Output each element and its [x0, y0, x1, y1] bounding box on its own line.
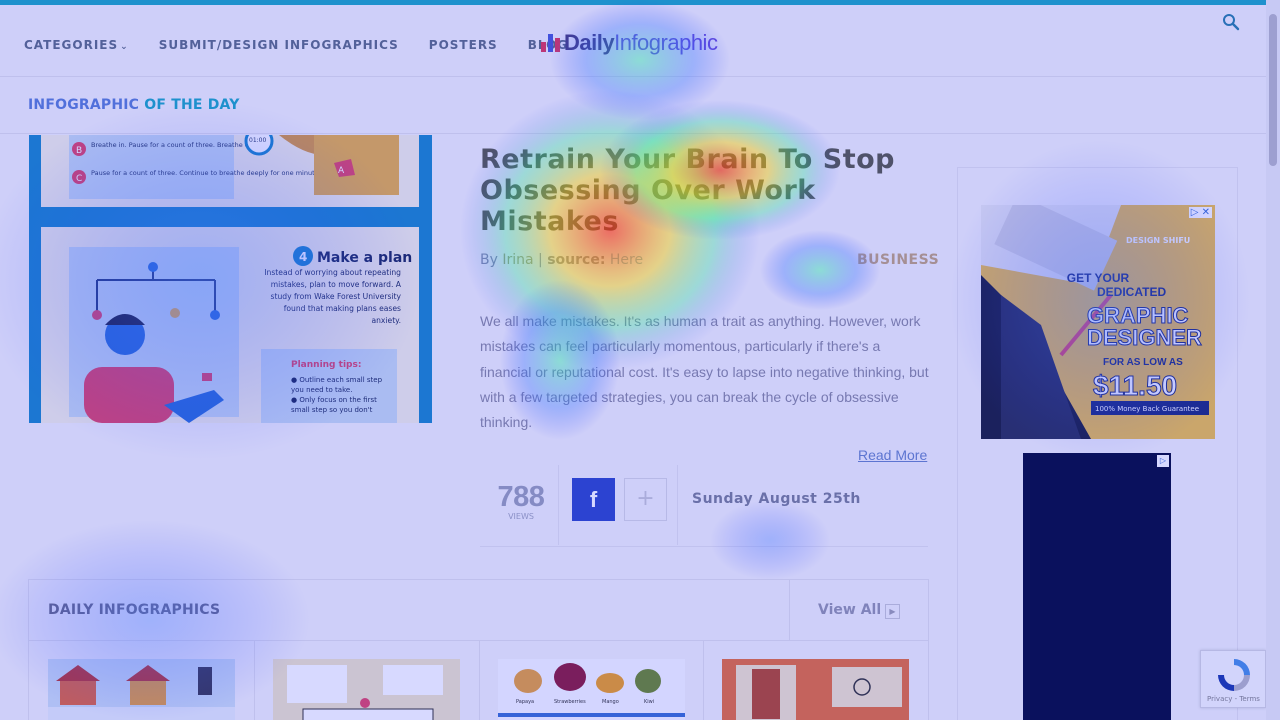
- site-header: CATEGORIES ⌄ SUBMIT/DESIGN INFOGRAPHICS P…: [0, 5, 1266, 77]
- infographic-thumbnail[interactable]: [722, 659, 909, 720]
- nav-categories[interactable]: CATEGORIES ⌄: [24, 38, 129, 52]
- logo-word-infographic: Infographic: [614, 30, 718, 55]
- svg-text:A: A: [338, 166, 345, 176]
- search-icon[interactable]: [1222, 13, 1240, 31]
- infographic-thumbnail[interactable]: [48, 659, 235, 720]
- svg-text:C: C: [76, 174, 82, 184]
- svg-text:4: 4: [299, 250, 307, 264]
- svg-text:Breathe in. Pause for a count: Breathe in. Pause for a count of three. …: [91, 141, 257, 149]
- arrow-right-icon: ▶: [885, 604, 900, 619]
- author-link[interactable]: Irina: [502, 252, 533, 268]
- ad-close-icon[interactable]: ▷ ✕: [1188, 207, 1212, 218]
- featured-infographic-image[interactable]: B Breathe in. Pause for a count of three…: [29, 135, 432, 423]
- section-heading: DAILY INFOGRAPHICS: [48, 602, 221, 618]
- nav-posters[interactable]: POSTERS: [429, 38, 498, 52]
- source-link[interactable]: Here: [610, 252, 643, 268]
- recaptcha-badge[interactable]: Privacy - Terms: [1200, 650, 1266, 708]
- svg-text:Make a plan: Make a plan: [317, 250, 412, 266]
- ad-graphic-designer[interactable]: DESIGN SHIFU GET YOUR DEDICATED GRAPHIC …: [981, 205, 1215, 439]
- recaptcha-icon: [1218, 659, 1250, 691]
- svg-text:FOR AS LOW AS: FOR AS LOW AS: [1103, 357, 1183, 368]
- svg-text:Strawberries: Strawberries: [554, 699, 586, 705]
- svg-text:Kiwi: Kiwi: [644, 699, 654, 705]
- svg-text:Planning tips:: Planning tips:: [291, 360, 361, 370]
- logo-bars-icon: [541, 34, 560, 52]
- svg-text:Papaya: Papaya: [516, 699, 534, 705]
- article-date: Sunday August 25th: [692, 491, 861, 507]
- site-logo[interactable]: Daily Infographic: [541, 30, 718, 56]
- svg-text:01:00: 01:00: [249, 137, 266, 144]
- article-title[interactable]: Retrain Your Brain To Stop Obsessing Ove…: [480, 144, 920, 237]
- section-title: INFOGRAPHIC OF THE DAY: [28, 97, 240, 113]
- daily-infographics-section: DAILY INFOGRAPHICS View All ▶ Papaya Str…: [28, 579, 929, 720]
- svg-text:DEDICATED: DEDICATED: [1097, 285, 1166, 299]
- svg-text:GET YOUR: GET YOUR: [1067, 271, 1130, 285]
- svg-text:DESIGN SHIFU: DESIGN SHIFU: [1126, 236, 1190, 245]
- page: CATEGORIES ⌄ SUBMIT/DESIGN INFOGRAPHICS P…: [0, 0, 1280, 720]
- svg-text:$11.50: $11.50: [1093, 370, 1177, 401]
- svg-text:Pause for a count of three. Co: Pause for a count of three. Continue to …: [91, 169, 321, 177]
- more-share-button[interactable]: +: [624, 478, 667, 521]
- views-counter: 788 VIEWS: [497, 481, 545, 521]
- svg-text:B: B: [76, 146, 82, 156]
- view-all-link[interactable]: View All ▶: [789, 580, 929, 640]
- svg-text:100% Money Back Guarantee: 100% Money Back Guarantee: [1095, 405, 1199, 413]
- facebook-share-button[interactable]: f: [572, 478, 615, 521]
- infographic-thumbnail[interactable]: [273, 659, 460, 720]
- section-header: INFOGRAPHIC OF THE DAY: [0, 78, 1266, 134]
- article-meta: By Irina | source: Here: [480, 252, 644, 268]
- nav-submit-design[interactable]: SUBMIT/DESIGN INFOGRAPHICS: [159, 38, 399, 52]
- article-excerpt: We all make mistakes. It's as human a tr…: [480, 313, 929, 431]
- category-link[interactable]: BUSINESS: [857, 252, 939, 268]
- adchoices-icon[interactable]: ▷: [1157, 455, 1169, 467]
- logo-word-daily: Daily: [564, 30, 615, 55]
- main-nav: CATEGORIES ⌄ SUBMIT/DESIGN INFOGRAPHICS P…: [24, 38, 568, 52]
- ad-banner-dark[interactable]: ▷: [1023, 453, 1171, 720]
- chevron-down-icon: ⌄: [120, 42, 129, 52]
- svg-text:Mango: Mango: [602, 699, 619, 705]
- page-scrollbar[interactable]: [1266, 0, 1280, 720]
- infographic-thumbnail[interactable]: Papaya Strawberries Mango Kiwi: [498, 659, 685, 720]
- svg-text:DESIGNER: DESIGNER: [1087, 325, 1202, 350]
- share-bar: 788 VIEWS f + Sunday August 25th: [480, 455, 928, 547]
- scrollbar-thumb[interactable]: [1269, 14, 1277, 166]
